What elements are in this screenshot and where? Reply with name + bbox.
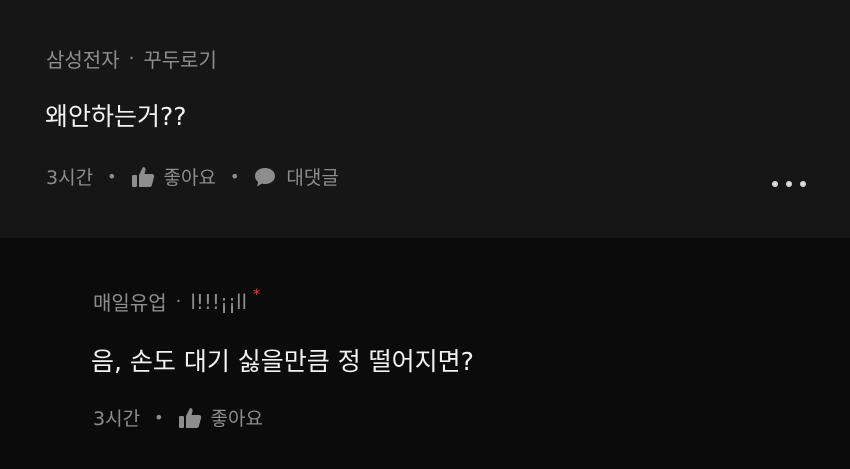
like-button[interactable]: 좋아요 <box>131 163 216 190</box>
comment-thread: 삼성전자 · 꾸두로기 왜안하는거?? 3시간 • 좋아요 • 대댓글 매일유업… <box>0 0 850 469</box>
speech-bubble-icon <box>255 167 276 186</box>
reply-text: 음, 손도 대기 싫을만큼 정 떨어지면? <box>91 347 474 376</box>
reply-button[interactable]: 대댓글 <box>253 163 339 190</box>
more-dot <box>800 181 806 187</box>
reply-meta: 매일유업 · l!!!¡¡ll * <box>93 287 260 316</box>
reply-actions: 3시간 • 좋아요 <box>93 404 263 431</box>
meta-separator: · <box>128 48 135 69</box>
comment-actions: 3시간 • 좋아요 • 대댓글 <box>46 163 339 190</box>
action-separator: • <box>107 167 117 186</box>
comment-nickname[interactable]: 꾸두로기 <box>143 44 217 73</box>
reply-label: 대댓글 <box>286 167 339 189</box>
reply-comment: 매일유업 · l!!!¡¡ll * 음, 손도 대기 싫을만큼 정 떨어지면? … <box>0 238 850 469</box>
comment-time: 3시간 <box>46 167 94 189</box>
new-badge: * <box>253 286 261 303</box>
comment-meta: 삼성전자 · 꾸두로기 <box>46 44 217 73</box>
action-separator: • <box>229 167 240 186</box>
more-options-button[interactable] <box>772 176 806 192</box>
reply-time: 3시간 <box>93 408 141 430</box>
like-label: 좋아요 <box>210 408 263 430</box>
more-dot <box>786 181 792 187</box>
comment: 삼성전자 · 꾸두로기 왜안하는거?? 3시간 • 좋아요 • 대댓글 <box>0 0 850 238</box>
like-label: 좋아요 <box>163 167 216 189</box>
meta-separator: · <box>175 291 182 312</box>
reply-author[interactable]: 매일유업 <box>93 287 167 316</box>
comment-author[interactable]: 삼성전자 <box>46 44 120 73</box>
action-separator: • <box>154 408 164 427</box>
reply-nickname[interactable]: l!!!¡¡ll <box>190 290 247 314</box>
more-dot <box>772 181 778 187</box>
reply-like-button[interactable]: 좋아요 <box>178 404 263 431</box>
comment-text: 왜안하는거?? <box>45 102 187 131</box>
thumbs-up-icon <box>131 166 154 187</box>
thumbs-up-icon <box>178 407 201 428</box>
